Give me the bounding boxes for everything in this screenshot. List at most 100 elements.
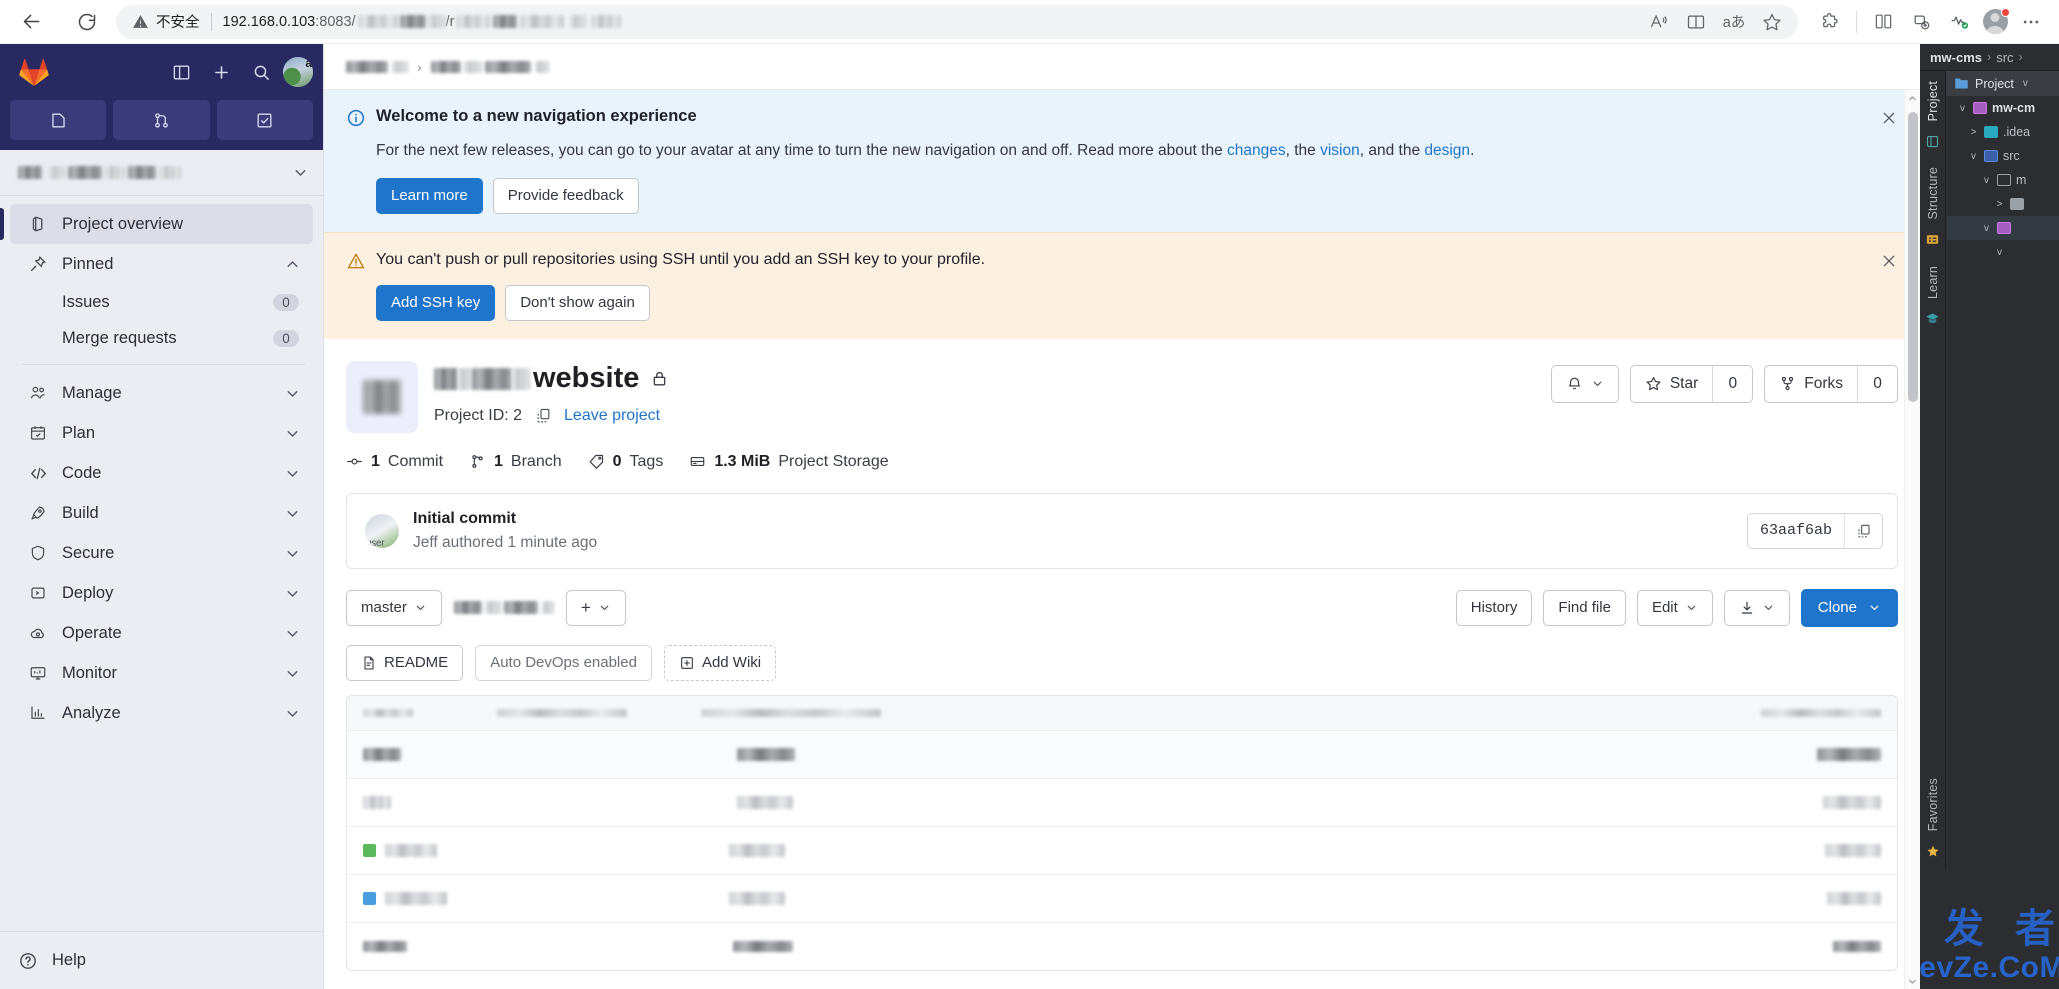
toggle-sidebar-icon[interactable] [163, 56, 199, 88]
settings-more-icon[interactable] [2013, 5, 2049, 39]
chevron-down-icon[interactable]: v [1957, 103, 1968, 114]
translate-icon[interactable]: aあ [1716, 5, 1752, 39]
stat-tags[interactable]: 0 Tags [588, 453, 663, 471]
content-scrollbar[interactable] [1904, 90, 1920, 989]
sidebar-section-pinned[interactable]: Pinned [10, 244, 313, 284]
edit-button[interactable]: Edit [1636, 589, 1713, 626]
provide-feedback-button[interactable]: Provide feedback [492, 177, 639, 214]
ide-tree-row[interactable]: v [1946, 216, 2059, 240]
forks-button[interactable]: Forks [1765, 366, 1857, 402]
split-screen-icon[interactable] [1865, 5, 1901, 39]
sidebar-item-merge-requests[interactable]: Merge requests 0 [10, 320, 313, 356]
project-switcher[interactable] [0, 150, 323, 196]
address-bar[interactable]: 不安全 192.168.0.103:8083/ /r aあ [116, 4, 1798, 39]
add-to-repo-button[interactable]: + [565, 589, 626, 626]
chevron-down-icon[interactable]: v [2020, 78, 2031, 89]
sidebar-item-plan[interactable]: Plan [10, 413, 313, 453]
stat-commits[interactable]: 1 Commit [346, 453, 443, 471]
commit-sha[interactable]: 63aaf6ab [1748, 514, 1844, 548]
add-ssh-key-button[interactable]: Add SSH key [376, 284, 496, 321]
ide-tree-row[interactable]: > .idea [1946, 120, 2059, 144]
table-row[interactable] [347, 825, 1897, 874]
download-button[interactable] [1723, 589, 1790, 626]
stat-branches[interactable]: 1 Branch [469, 453, 562, 471]
project-tool-icon[interactable] [1923, 131, 1943, 151]
forks-button-group[interactable]: Forks 0 [1764, 364, 1898, 403]
chevron-right-icon[interactable]: > [1994, 199, 2005, 210]
learn-more-button[interactable]: Learn more [376, 177, 483, 214]
commit-title[interactable]: Initial commit [413, 510, 1733, 528]
ide-tree-row[interactable]: v m [1946, 168, 2059, 192]
sidebar-item-project-overview[interactable]: Project overview [0, 204, 313, 244]
sidebar-item-secure[interactable]: Secure [10, 533, 313, 573]
leave-project-link[interactable]: Leave project [564, 407, 660, 425]
close-icon[interactable] [1876, 105, 1902, 131]
immersive-reader-icon[interactable] [1678, 5, 1714, 39]
back-arrow-icon[interactable] [14, 5, 48, 39]
chevron-right-icon[interactable]: > [1968, 127, 1979, 138]
merge-requests-tab-icon[interactable] [113, 100, 210, 140]
collections-icon[interactable] [1903, 5, 1939, 39]
table-row[interactable] [347, 921, 1897, 970]
find-file-button[interactable]: Find file [1543, 589, 1626, 626]
chevron-down-icon[interactable]: v [1994, 247, 2005, 258]
vision-link[interactable]: vision [1320, 142, 1360, 159]
sidebar-item-deploy[interactable]: Deploy [10, 573, 313, 613]
sidebar-item-code[interactable]: Code [10, 453, 313, 493]
star-button-group[interactable]: Star 0 [1629, 364, 1754, 403]
forks-count[interactable]: 0 [1857, 365, 1897, 402]
ide-tab-favorites[interactable]: Favorites [1926, 774, 1940, 835]
branch-selector[interactable]: master [346, 589, 442, 626]
ide-tab-project[interactable]: Project [1926, 77, 1940, 125]
close-icon[interactable] [1876, 248, 1902, 274]
table-row[interactable] [347, 777, 1897, 826]
read-aloud-icon[interactable] [1640, 5, 1676, 39]
chevron-down-icon[interactable]: v [1981, 223, 1992, 234]
reload-icon[interactable] [70, 5, 104, 39]
ide-tree-row[interactable]: > [1946, 192, 2059, 216]
ide-tab-structure[interactable]: Structure [1926, 163, 1940, 224]
copy-icon[interactable] [1844, 513, 1882, 548]
sidebar-item-manage[interactable]: Manage [10, 373, 313, 413]
sidebar-item-build[interactable]: Build [10, 493, 313, 533]
ide-breadcrumb-folder[interactable]: src [1996, 50, 2013, 65]
learn-tool-icon[interactable] [1923, 309, 1943, 329]
favorite-star-icon[interactable] [1754, 5, 1790, 39]
profile-avatar-icon[interactable] [1979, 6, 2011, 38]
structure-tool-icon[interactable] [1923, 230, 1943, 250]
scroll-down-arrow-icon[interactable] [1905, 973, 1920, 989]
create-new-icon[interactable] [203, 56, 239, 88]
design-link[interactable]: design [1424, 142, 1470, 159]
table-row[interactable] [347, 729, 1897, 778]
clone-button[interactable]: Clone [1800, 588, 1898, 627]
ide-tree-row[interactable]: v [1946, 240, 2059, 264]
add-wiki-button[interactable]: Add Wiki [663, 644, 777, 681]
sidebar-item-monitor[interactable]: Monitor [10, 653, 313, 693]
readme-button[interactable]: README [346, 644, 464, 681]
gitlab-logo-icon[interactable] [14, 54, 54, 90]
copy-icon[interactable] [531, 404, 555, 428]
chevron-down-icon[interactable]: v [1968, 151, 1979, 162]
ide-tree-row[interactable]: v mw-cm [1946, 96, 2059, 120]
browser-essentials-icon[interactable] [1941, 5, 1977, 39]
ide-breadcrumb-project[interactable]: mw-cms [1930, 50, 1982, 65]
history-button[interactable]: History [1455, 589, 1533, 626]
notification-dropdown[interactable] [1550, 364, 1619, 403]
sidebar-item-analyze[interactable]: Analyze [10, 693, 313, 733]
ide-tree-header[interactable]: Project v [1946, 71, 2059, 96]
user-avatar[interactable]: a [283, 57, 313, 87]
search-icon[interactable] [243, 56, 279, 88]
ide-tab-learn[interactable]: Learn [1926, 262, 1940, 303]
scroll-thumb[interactable] [1908, 112, 1918, 402]
scroll-up-arrow-icon[interactable] [1905, 90, 1920, 106]
chevron-down-icon[interactable]: v [1981, 175, 1992, 186]
issues-tab-icon[interactable] [10, 100, 107, 140]
bell-icon[interactable] [1552, 366, 1618, 402]
extensions-icon[interactable] [1812, 5, 1848, 39]
favorites-star-icon[interactable] [1923, 841, 1943, 861]
sidebar-item-operate[interactable]: Operate [10, 613, 313, 653]
auto-devops-button[interactable]: Auto DevOps enabled [475, 644, 652, 681]
sidebar-item-help[interactable]: Help [0, 931, 323, 989]
star-button[interactable]: Star [1631, 366, 1712, 402]
dont-show-again-button[interactable]: Don't show again [505, 284, 650, 321]
